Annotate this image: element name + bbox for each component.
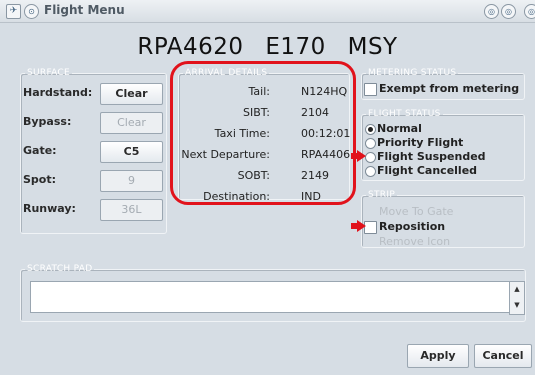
bypass-clear-button[interactable]: Clear	[100, 112, 163, 134]
status-suspended-label: Flight Suspended	[377, 150, 486, 163]
scroll-down-icon[interactable]: ▼	[510, 298, 524, 313]
apply-button[interactable]: Apply	[407, 344, 469, 368]
status-normal-radio[interactable]	[365, 124, 376, 135]
exempt-checkbox[interactable]	[364, 83, 377, 96]
reposition-arrow-annotation	[351, 220, 366, 232]
callsign: RPA4620	[137, 34, 244, 60]
title-bar: ✈ ⊙ Flight Menu ◎ ◎ ◎	[0, 0, 535, 23]
surface-legend: SURFACE	[27, 68, 70, 78]
cancel-button[interactable]: Cancel	[474, 344, 532, 368]
bypass-label: Bypass:	[23, 115, 72, 128]
app-icon: ✈	[6, 4, 21, 19]
window-title: Flight Menu	[44, 3, 125, 17]
remove-icon-label: Remove Icon	[379, 235, 451, 248]
status-normal-label: Normal	[377, 122, 422, 135]
spot-button[interactable]: 9	[100, 170, 163, 192]
status-suspended-radio[interactable]	[365, 152, 376, 163]
metering-legend: METERING STATUS	[368, 68, 457, 78]
close-icon[interactable]: ◎	[524, 4, 535, 19]
runway-label: Runway:	[23, 202, 76, 215]
status-priority-radio[interactable]	[365, 138, 376, 149]
suspended-arrow-annotation	[351, 150, 366, 162]
status-priority-label: Priority Flight	[377, 136, 464, 149]
scroll-up-icon[interactable]: ▲	[510, 282, 524, 297]
hardstand-label: Hardstand:	[23, 86, 93, 99]
aircraft-type: E170	[265, 34, 326, 60]
status-cancelled-radio[interactable]	[365, 166, 376, 177]
gate-label: Gate:	[23, 144, 57, 157]
window-menu-icon[interactable]: ⊙	[24, 4, 39, 19]
flight-header: RPA4620 E170 MSY	[0, 34, 535, 60]
minimize-icon[interactable]: ◎	[484, 4, 499, 19]
runway-button[interactable]: 36L	[100, 199, 163, 221]
reposition-label: Reposition	[379, 220, 446, 233]
hardstand-clear-button[interactable]: Clear	[100, 83, 163, 105]
status-cancelled-label: Flight Cancelled	[377, 164, 478, 177]
move-to-gate-label: Move To Gate	[379, 205, 454, 218]
scratch-pad-input[interactable]	[30, 281, 510, 313]
gate-button[interactable]: C5	[100, 141, 163, 163]
spot-label: Spot:	[23, 173, 57, 186]
arrival-highlight-annotation	[170, 61, 356, 205]
airport: MSY	[347, 34, 398, 60]
flight-status-legend: FLIGHT STATUS	[368, 109, 441, 119]
scratch-pad-legend: SCRATCH PAD	[27, 264, 93, 274]
scratch-pad-scrollbar[interactable]: ▲ ▼	[509, 281, 525, 315]
strip-legend: STRIP	[368, 190, 396, 200]
maximize-icon[interactable]: ◎	[501, 4, 516, 19]
exempt-label: Exempt from metering	[379, 82, 520, 95]
